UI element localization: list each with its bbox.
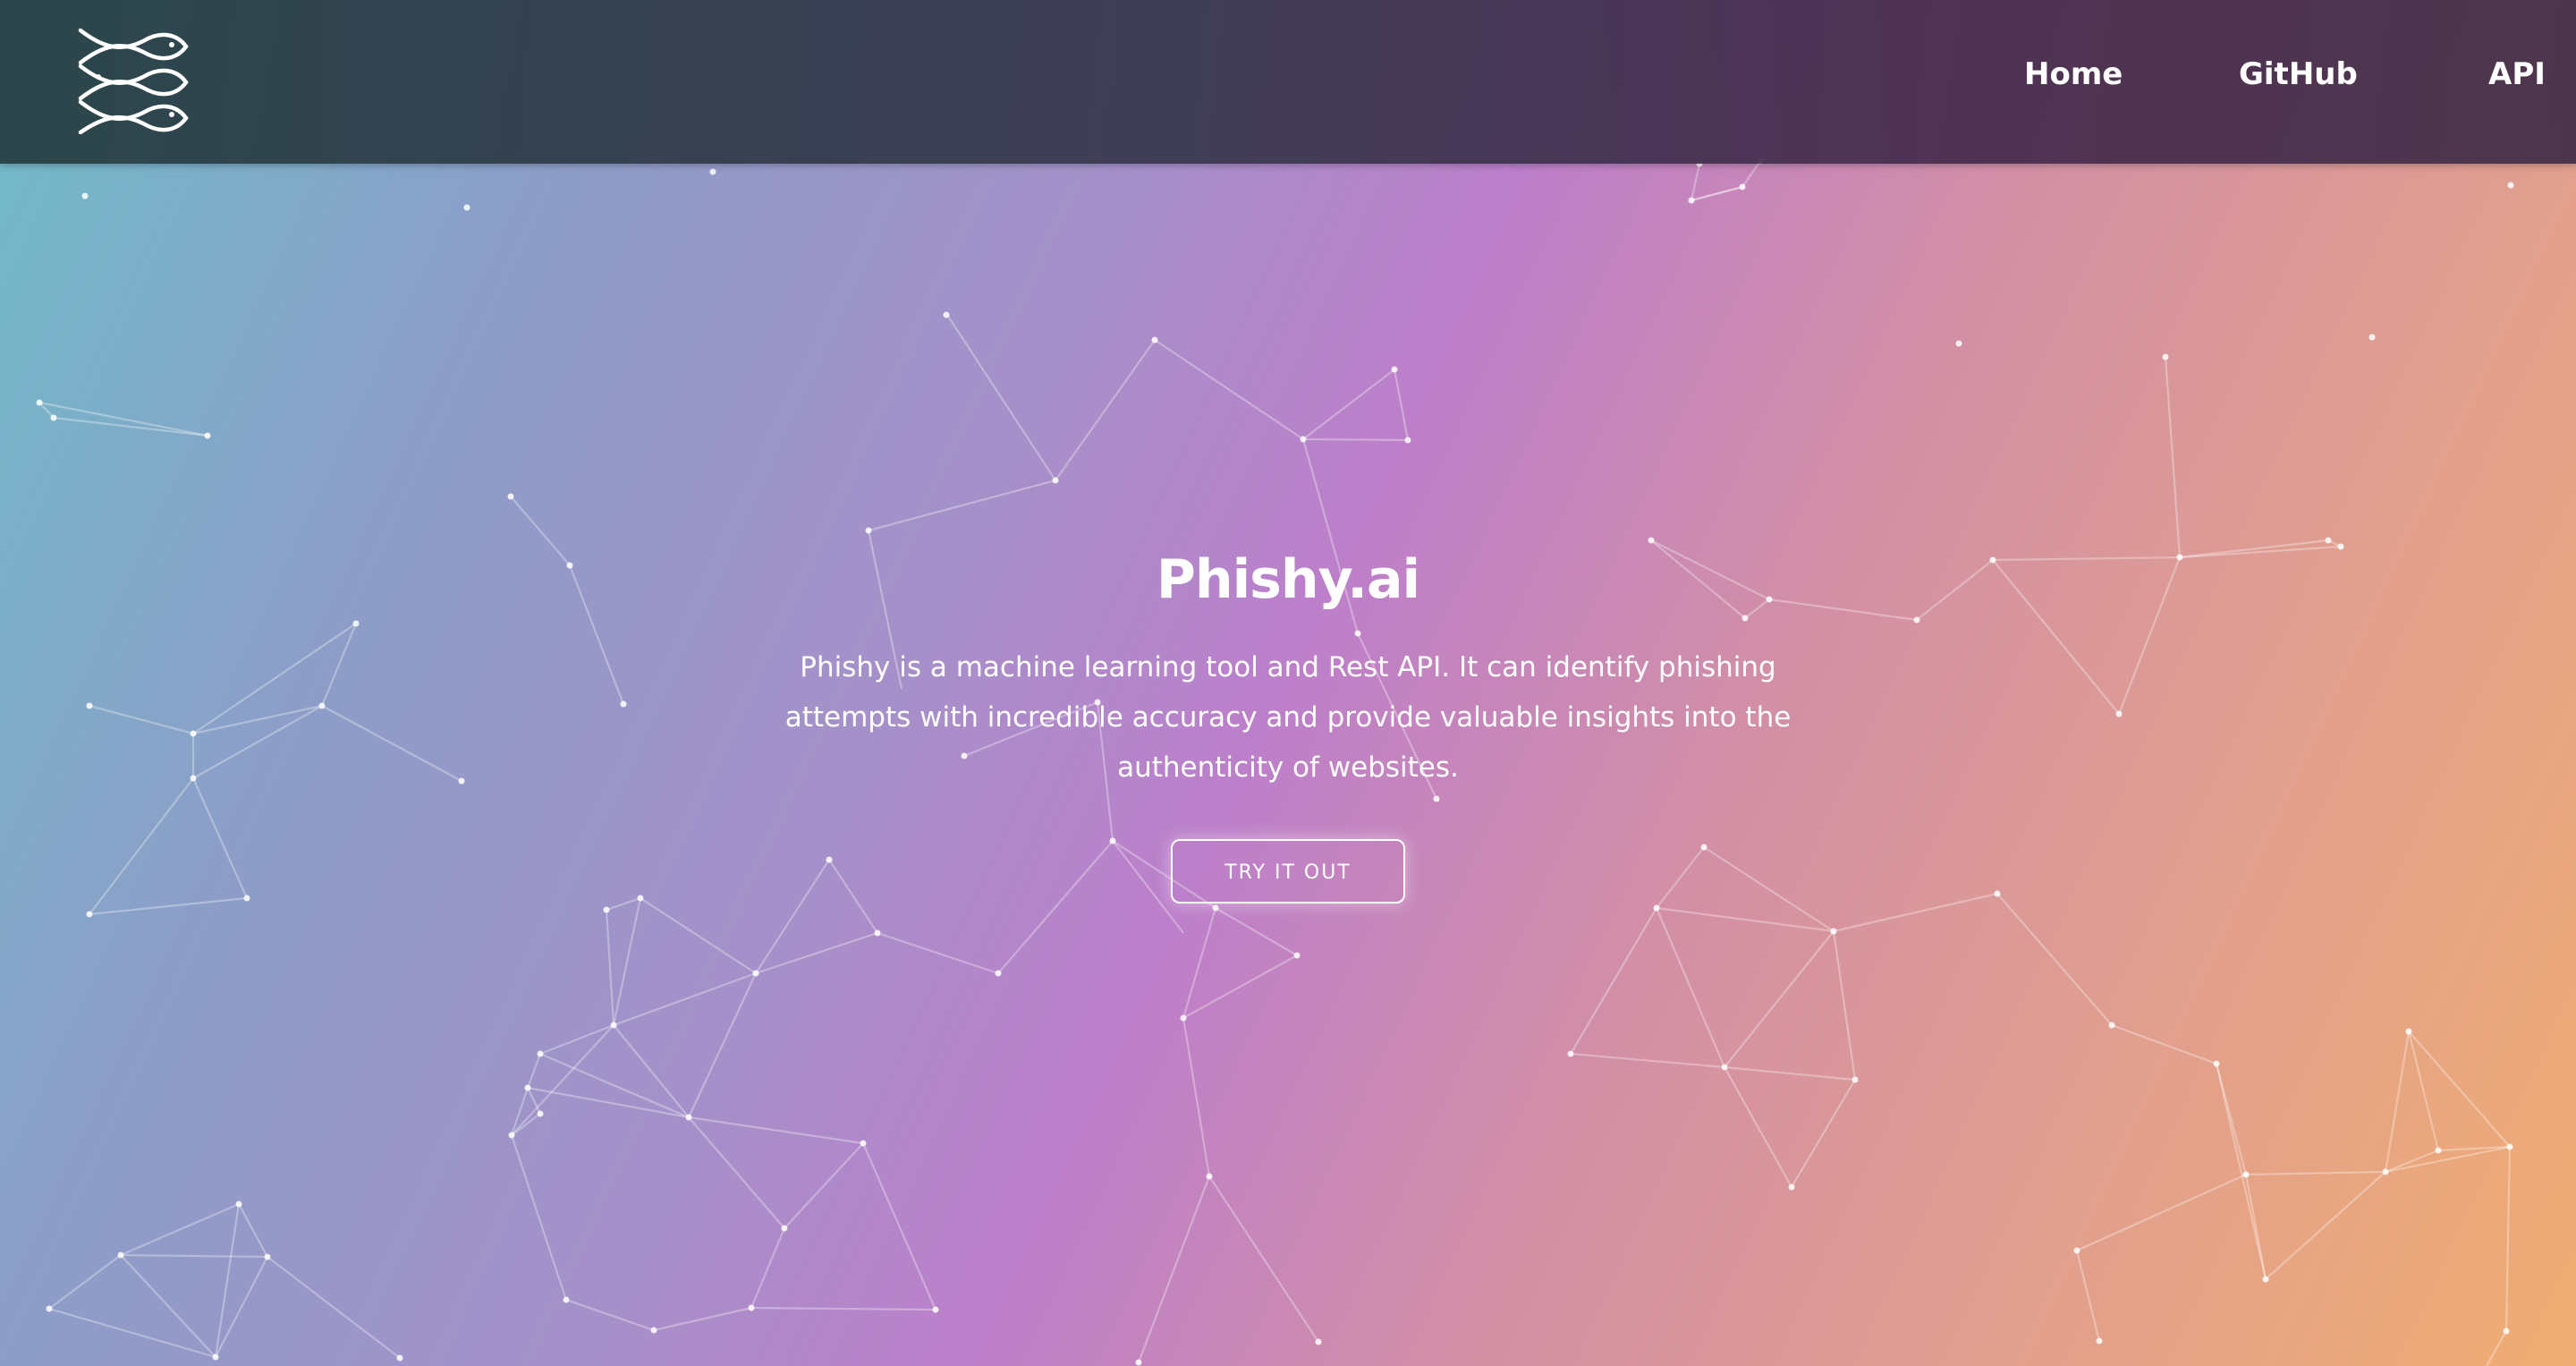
hero-description: Phishy is a machine learning tool and Re… (784, 651, 1792, 784)
try-it-out-button[interactable]: TRY IT OUT (1171, 839, 1405, 904)
hero-section: Phishy.ai Phishy is a machine learning t… (716, 537, 1860, 904)
three-fish-icon[interactable] (77, 25, 190, 135)
nav-link-api[interactable]: API (2488, 52, 2546, 97)
hero-title: Phishy.ai (1156, 548, 1420, 611)
nav-link-home[interactable]: Home (2024, 52, 2123, 97)
landing-page: Home GitHub API Phishy.ai Phishy is a ma… (0, 0, 2576, 1366)
top-navbar: Home GitHub API (0, 0, 2576, 164)
nav-link-github[interactable]: GitHub (2239, 52, 2358, 97)
